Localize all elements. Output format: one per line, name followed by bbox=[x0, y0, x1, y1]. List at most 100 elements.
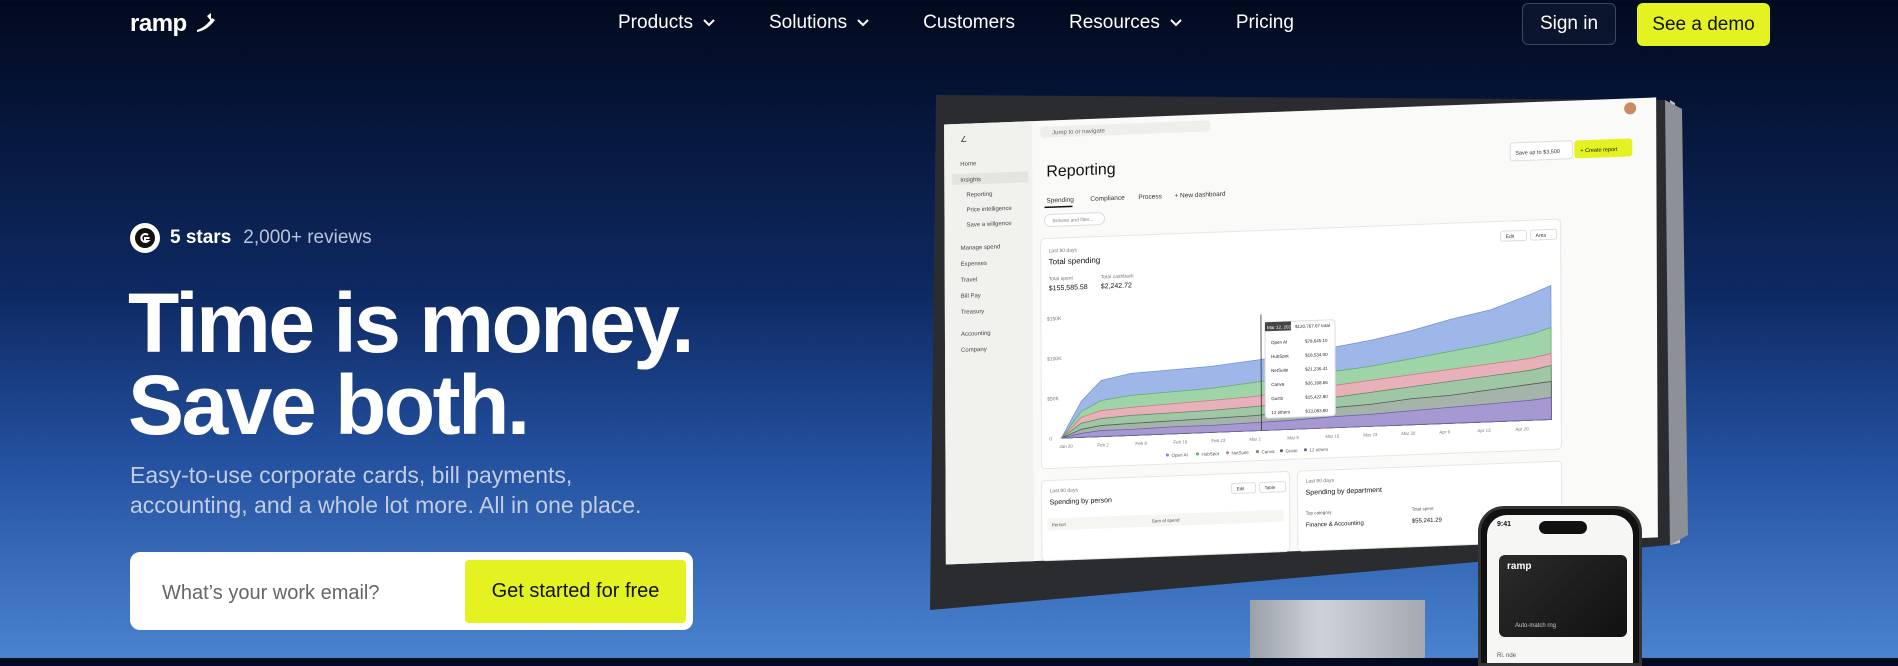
rating-badge: 5 stars 2,000+ reviews bbox=[130, 223, 372, 253]
top-navigation: ramp Products Solutions Customers Resour… bbox=[0, 0, 1898, 48]
x-tick: Mar 16 bbox=[1325, 433, 1340, 439]
subtitle-line-1: Easy-to-use corporate cards, bill paymen… bbox=[130, 462, 572, 488]
x-tick: Feb 23 bbox=[1211, 438, 1226, 444]
nav-customers-label: Customers bbox=[923, 12, 1015, 34]
dynamic-island bbox=[1539, 521, 1587, 534]
bottom-left-table-button[interactable]: Table bbox=[1265, 485, 1276, 490]
x-tick: Jan 20 bbox=[1059, 444, 1073, 450]
tooltip-row-name: Open AI bbox=[1271, 339, 1287, 345]
sign-in-button[interactable]: Sign in bbox=[1522, 3, 1616, 45]
area-toggle[interactable]: Area bbox=[1536, 233, 1547, 239]
tooltip-row-name: NetSuite bbox=[1271, 367, 1289, 373]
phone-bottom-label: Ri. nde bbox=[1497, 653, 1516, 659]
cashback-label: Total cashback bbox=[1101, 273, 1135, 280]
ramp-logo-icon bbox=[193, 12, 219, 36]
cashback-value: $2,242.72 bbox=[1101, 282, 1132, 290]
sidebar-item-travel[interactable]: Travel bbox=[961, 277, 977, 284]
bottom-left-edit-button[interactable]: Edit bbox=[1237, 486, 1246, 491]
sidebar-item-bill-pay[interactable]: Bill Pay bbox=[961, 293, 981, 300]
nav-solutions-label: Solutions bbox=[769, 12, 847, 34]
nav-products[interactable]: Products bbox=[618, 12, 715, 34]
tooltip-row-name: Canva bbox=[1271, 382, 1285, 388]
x-tick: Mar 23 bbox=[1363, 432, 1378, 438]
get-started-button[interactable]: Get started for free bbox=[465, 560, 686, 623]
rating-reviews: 2,000+ reviews bbox=[243, 227, 371, 249]
x-tick: Mar 9 bbox=[1287, 435, 1299, 440]
edit-button[interactable]: Edit bbox=[1506, 234, 1515, 240]
nav-solutions[interactable]: Solutions bbox=[769, 12, 869, 34]
y-tick: $150K bbox=[1047, 316, 1062, 323]
nav-resources[interactable]: Resources bbox=[1069, 12, 1182, 34]
sidebar-item-expenses[interactable]: Expenses bbox=[961, 261, 987, 268]
bottom-right-col-total: Total spent bbox=[1412, 506, 1435, 512]
legend-item: Open AI bbox=[1171, 452, 1187, 458]
ramp-card: ramp Auto-match rng bbox=[1499, 555, 1627, 637]
total-spent-label: Total spent bbox=[1049, 276, 1074, 283]
page-title: Reporting bbox=[1046, 161, 1115, 181]
sidebar-item-accounting[interactable]: Accounting bbox=[961, 331, 991, 338]
sidebar-item-insights[interactable]: Insights bbox=[960, 177, 981, 184]
legend-item: Gusto bbox=[1285, 448, 1298, 453]
sidebar-item-treasury[interactable]: Treasury bbox=[961, 309, 984, 316]
tooltip-row-value: $18,534.00 bbox=[1305, 352, 1328, 358]
nav-resources-label: Resources bbox=[1069, 12, 1160, 34]
x-tick: Feb 16 bbox=[1173, 439, 1188, 445]
nav-pricing-label: Pricing bbox=[1236, 12, 1294, 34]
ramp-logo[interactable]: ramp bbox=[130, 10, 219, 38]
x-tick: Feb 9 bbox=[1135, 441, 1147, 446]
chevron-down-icon bbox=[857, 19, 869, 27]
tooltip-row-value: $26,168.66 bbox=[1305, 380, 1328, 386]
sidebar-item-company[interactable]: Company bbox=[961, 347, 987, 354]
card-label: Auto-match rng bbox=[1515, 623, 1556, 629]
tab-compliance[interactable]: Compliance bbox=[1090, 195, 1125, 203]
nav-customers[interactable]: Customers bbox=[923, 12, 1015, 34]
x-tick: Mar 30 bbox=[1401, 431, 1416, 437]
legend-item: Canva bbox=[1261, 449, 1275, 455]
nav-links: Products Solutions Customers Resources P… bbox=[618, 12, 1348, 34]
tooltip-row-value: $13,083.80 bbox=[1305, 408, 1328, 414]
tooltip-date: Mar 12, 2025 bbox=[1267, 324, 1294, 330]
tooltip-row-value: $15,422.80 bbox=[1305, 394, 1328, 400]
y-tick: 0 bbox=[1049, 436, 1052, 442]
legend-item: 12 others bbox=[1309, 447, 1329, 453]
chart-period: Last 90 days bbox=[1049, 247, 1078, 254]
work-email-input[interactable] bbox=[160, 572, 464, 614]
legend-item: NetSuite bbox=[1231, 450, 1249, 456]
x-tick: Mar 2 bbox=[1249, 436, 1261, 441]
sidebar-item-home[interactable]: Home bbox=[960, 161, 977, 168]
tab-process[interactable]: Process bbox=[1138, 193, 1162, 201]
brand-name: ramp bbox=[130, 10, 187, 38]
g2-icon bbox=[130, 223, 160, 253]
hero-headline: Time is money. Save both. bbox=[128, 282, 692, 446]
y-tick: $100K bbox=[1047, 356, 1062, 363]
chevron-down-icon bbox=[703, 19, 715, 27]
bottom-right-value: $55,241.29 bbox=[1412, 518, 1443, 525]
tooltip-row-value: $78,645.10 bbox=[1305, 338, 1328, 344]
card-brand: ramp bbox=[1507, 561, 1531, 572]
bottom-right-period: Last 90 days bbox=[1306, 478, 1335, 485]
phone-screen: 9:41 ramp Auto-match rng Ri. nde bbox=[1487, 515, 1633, 663]
bottom-left-col-person: Person bbox=[1052, 522, 1067, 528]
headline-line-1: Time is money. bbox=[128, 276, 692, 370]
x-tick: Apr 20 bbox=[1515, 426, 1529, 432]
x-tick: Apr 13 bbox=[1477, 428, 1491, 434]
rating-stars: 5 stars bbox=[170, 227, 231, 249]
email-signup-form: Get started for free bbox=[130, 552, 693, 630]
tooltip-row-name: Gusto bbox=[1271, 396, 1284, 401]
sidebar-item-reporting[interactable]: Reporting bbox=[966, 192, 992, 199]
legend-item: HubSpot bbox=[1201, 451, 1219, 457]
tooltip-row-name: HubSpot bbox=[1271, 353, 1289, 359]
y-tick: $50K bbox=[1047, 396, 1059, 402]
nav-products-label: Products bbox=[618, 12, 693, 34]
tooltip-row-name: 12 others bbox=[1271, 409, 1291, 415]
bottom-right-col-category: Top category bbox=[1306, 510, 1333, 516]
x-tick: Apr 6 bbox=[1439, 429, 1450, 434]
hero-subtitle: Easy-to-use corporate cards, bill paymen… bbox=[130, 460, 730, 520]
tab-spending[interactable]: Spending bbox=[1046, 197, 1074, 205]
phone-time: 9:41 bbox=[1497, 521, 1511, 528]
nav-pricing[interactable]: Pricing bbox=[1236, 12, 1294, 34]
see-demo-button[interactable]: See a demo bbox=[1637, 3, 1770, 46]
bottom-left-period: Last 90 days bbox=[1050, 487, 1079, 494]
headline-line-2: Save both. bbox=[128, 358, 528, 452]
chevron-down-icon bbox=[1170, 19, 1182, 27]
